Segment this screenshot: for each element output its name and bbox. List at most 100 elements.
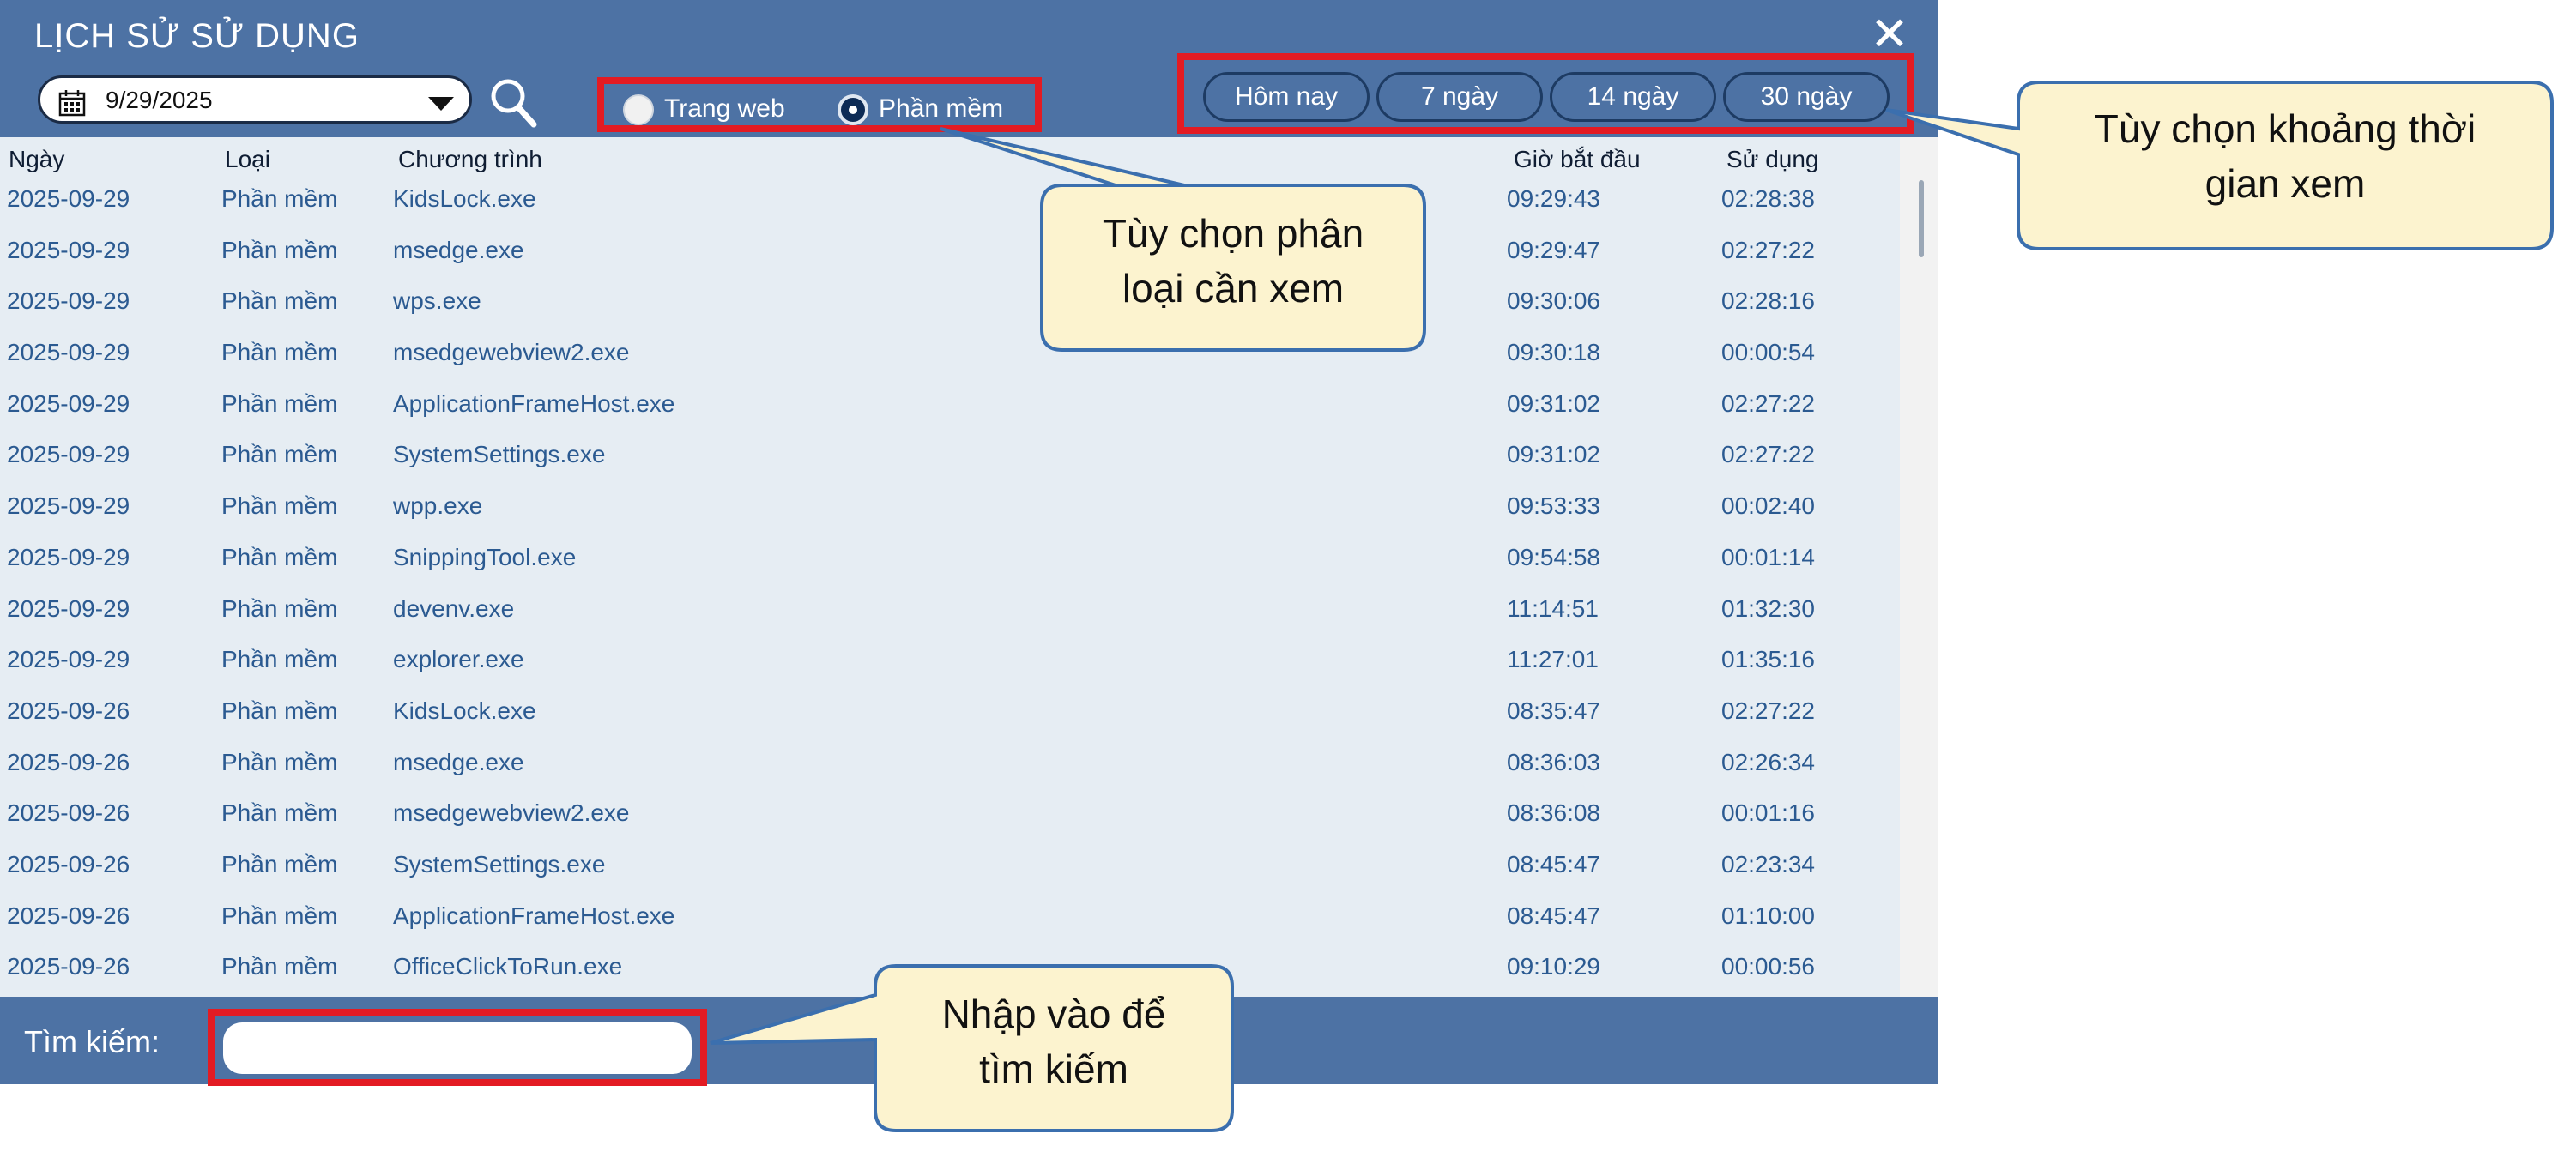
cell-start-time: 08:35:47 <box>1507 697 1600 724</box>
cell-start-time: 09:31:02 <box>1507 389 1600 417</box>
cell-duration: 00:01:16 <box>1721 799 1815 827</box>
chevron-down-icon[interactable] <box>426 95 456 112</box>
table-row[interactable]: 2025-09-29 Phần mềm wps.exe 09:30:06 02:28:1… <box>0 280 1896 332</box>
cell-date: 2025-09-26 <box>7 748 130 775</box>
cell-date: 2025-09-29 <box>7 287 130 315</box>
cell-type: Phần mềm <box>221 902 338 929</box>
window-header: LỊCH SỬ SỬ DỤNG ✕ 9/29/2025 Trang web Ph… <box>0 0 1938 137</box>
cell-start-time: 09:29:43 <box>1507 185 1600 212</box>
table-row[interactable]: 2025-09-26 Phần mềm SystemSettings.exe 08:4… <box>0 844 1896 896</box>
cell-start-time: 09:54:58 <box>1507 543 1600 570</box>
column-header-type[interactable]: Loại <box>225 146 270 173</box>
cell-program: devenv.exe <box>393 594 515 622</box>
callout-search-line-1: Nhập vào để <box>941 992 1166 1036</box>
table-row[interactable]: 2025-09-29 Phần mềm SnippingTool.exe 09:54:… <box>0 537 1896 588</box>
cell-start-time: 08:45:47 <box>1507 902 1600 929</box>
range-14-days-button[interactable]: 14 ngày <box>1550 72 1716 122</box>
cell-type: Phần mềm <box>221 646 338 673</box>
cell-program: explorer.exe <box>393 646 524 673</box>
column-header-program[interactable]: Chương trình <box>398 146 542 173</box>
cell-type: Phần mềm <box>221 543 338 570</box>
cell-duration: 02:27:22 <box>1721 236 1815 263</box>
table-row[interactable]: 2025-09-26 Phần mềm ApplicationFrameHost.e… <box>0 896 1896 947</box>
table-row[interactable]: 2025-09-26 Phần mềm KidsLock.exe 08:35:47 02… <box>0 691 1896 742</box>
cell-duration: 01:32:30 <box>1721 594 1815 622</box>
cell-date: 2025-09-29 <box>7 492 130 520</box>
radio-website-label: Trang web <box>664 94 785 123</box>
callout-type-filter-text: Tùy chọn phân loại cần xem <box>1042 206 1424 316</box>
cell-program: SnippingTool.exe <box>393 543 577 570</box>
table-row[interactable]: 2025-09-29 Phần mềm ApplicationFrameHost.e… <box>0 383 1896 435</box>
column-header-date[interactable]: Ngày <box>9 146 64 173</box>
search-highlight <box>208 1009 707 1086</box>
cell-start-time: 08:45:47 <box>1507 850 1600 878</box>
cell-date: 2025-09-29 <box>7 646 130 673</box>
range-7-days-button[interactable]: 7 ngày <box>1376 72 1543 122</box>
time-range-group: Hôm nay 7 ngày 14 ngày 30 ngày <box>1177 53 1914 134</box>
calendar-icon <box>58 90 86 117</box>
cell-type: Phần mềm <box>221 389 338 417</box>
callout-type-filter-line-1: Tùy chọn phân <box>1102 211 1364 256</box>
cell-type: Phần mềm <box>221 441 338 468</box>
cell-program: SystemSettings.exe <box>393 441 606 468</box>
cell-duration: 00:00:54 <box>1721 339 1815 366</box>
cell-date: 2025-09-26 <box>7 902 130 929</box>
close-icon[interactable]: ✕ <box>1867 11 1912 57</box>
cell-type: Phần mềm <box>221 594 338 622</box>
cell-duration: 00:00:56 <box>1721 953 1815 980</box>
table-row[interactable]: 2025-09-26 Phần mềm msedgewebview2.exe 08:3… <box>0 793 1896 844</box>
table-row[interactable]: 2025-09-29 Phần mềm KidsLock.exe 09:29:43 02… <box>0 178 1896 230</box>
cell-program: KidsLock.exe <box>393 185 536 212</box>
cell-date: 2025-09-29 <box>7 441 130 468</box>
cell-type: Phần mềm <box>221 850 338 878</box>
radio-checked-icon <box>838 94 868 125</box>
history-list: 2025-09-29 Phần mềm KidsLock.exe 09:29:43 02… <box>0 178 1896 998</box>
cell-date: 2025-09-26 <box>7 697 130 724</box>
range-today-button[interactable]: Hôm nay <box>1203 72 1370 122</box>
cell-start-time: 11:14:51 <box>1507 594 1599 622</box>
cell-program: msedgewebview2.exe <box>393 799 630 827</box>
range-30-days-button[interactable]: 30 ngày <box>1723 72 1890 122</box>
cell-type: Phần mềm <box>221 236 338 263</box>
cell-start-time: 11:27:01 <box>1507 646 1599 673</box>
table-row[interactable]: 2025-09-29 Phần mềm msedge.exe 09:29:47 02:2… <box>0 230 1896 281</box>
table-row[interactable]: 2025-09-29 Phần mềm wpp.exe 09:53:33 00:02:4… <box>0 486 1896 537</box>
table-row[interactable]: 2025-09-29 Phần mềm SystemSettings.exe 09:3… <box>0 434 1896 486</box>
cell-duration: 02:28:38 <box>1721 185 1815 212</box>
cell-date: 2025-09-26 <box>7 850 130 878</box>
cell-program: ApplicationFrameHost.exe <box>393 902 675 929</box>
column-header-duration[interactable]: Sử dụng <box>1726 146 1819 173</box>
cell-date: 2025-09-29 <box>7 185 130 212</box>
cell-start-time: 08:36:08 <box>1507 799 1600 827</box>
search-input[interactable] <box>223 1022 692 1074</box>
cell-type: Phần mềm <box>221 953 338 980</box>
table-row[interactable]: 2025-09-29 Phần mềm msedgewebview2.exe 09:3… <box>0 332 1896 383</box>
cell-program: msedge.exe <box>393 748 524 775</box>
cell-duration: 02:26:34 <box>1721 748 1815 775</box>
date-picker[interactable]: 9/29/2025 <box>38 75 472 124</box>
cell-type: Phần mềm <box>221 185 338 212</box>
search-label: Tìm kiếm: <box>24 1024 160 1059</box>
radio-software-label: Phần mềm <box>879 94 1004 123</box>
table-row[interactable]: 2025-09-26 Phần mềm msedge.exe 08:36:03 02:2… <box>0 742 1896 793</box>
cell-start-time: 09:30:18 <box>1507 339 1600 366</box>
table-row[interactable]: 2025-09-29 Phần mềm devenv.exe 11:14:51 01:3… <box>0 588 1896 640</box>
callout-time-range-text: Tùy chọn khoảng thời gian xem <box>2018 101 2552 211</box>
date-value: 9/29/2025 <box>106 87 213 113</box>
cell-date: 2025-09-29 <box>7 594 130 622</box>
cell-date: 2025-09-29 <box>7 543 130 570</box>
callout-search-line-2: tìm kiếm <box>979 1046 1128 1091</box>
cell-duration: 02:23:34 <box>1721 850 1815 878</box>
search-icon[interactable] <box>487 75 537 129</box>
cell-date: 2025-09-29 <box>7 389 130 417</box>
cell-program: ApplicationFrameHost.exe <box>393 389 675 417</box>
column-header-start-time[interactable]: Giờ bắt đầu <box>1514 146 1641 173</box>
cell-program: msedge.exe <box>393 236 524 263</box>
cell-duration: 01:10:00 <box>1721 902 1815 929</box>
cell-type: Phần mềm <box>221 339 338 366</box>
cell-duration: 00:02:40 <box>1721 492 1815 520</box>
table-row[interactable]: 2025-09-29 Phần mềm explorer.exe 11:27:01 01… <box>0 639 1896 691</box>
radio-unchecked-icon <box>623 94 654 125</box>
scrollbar-thumb[interactable] <box>1919 180 1924 257</box>
scrollbar-track[interactable] <box>1900 137 1938 997</box>
